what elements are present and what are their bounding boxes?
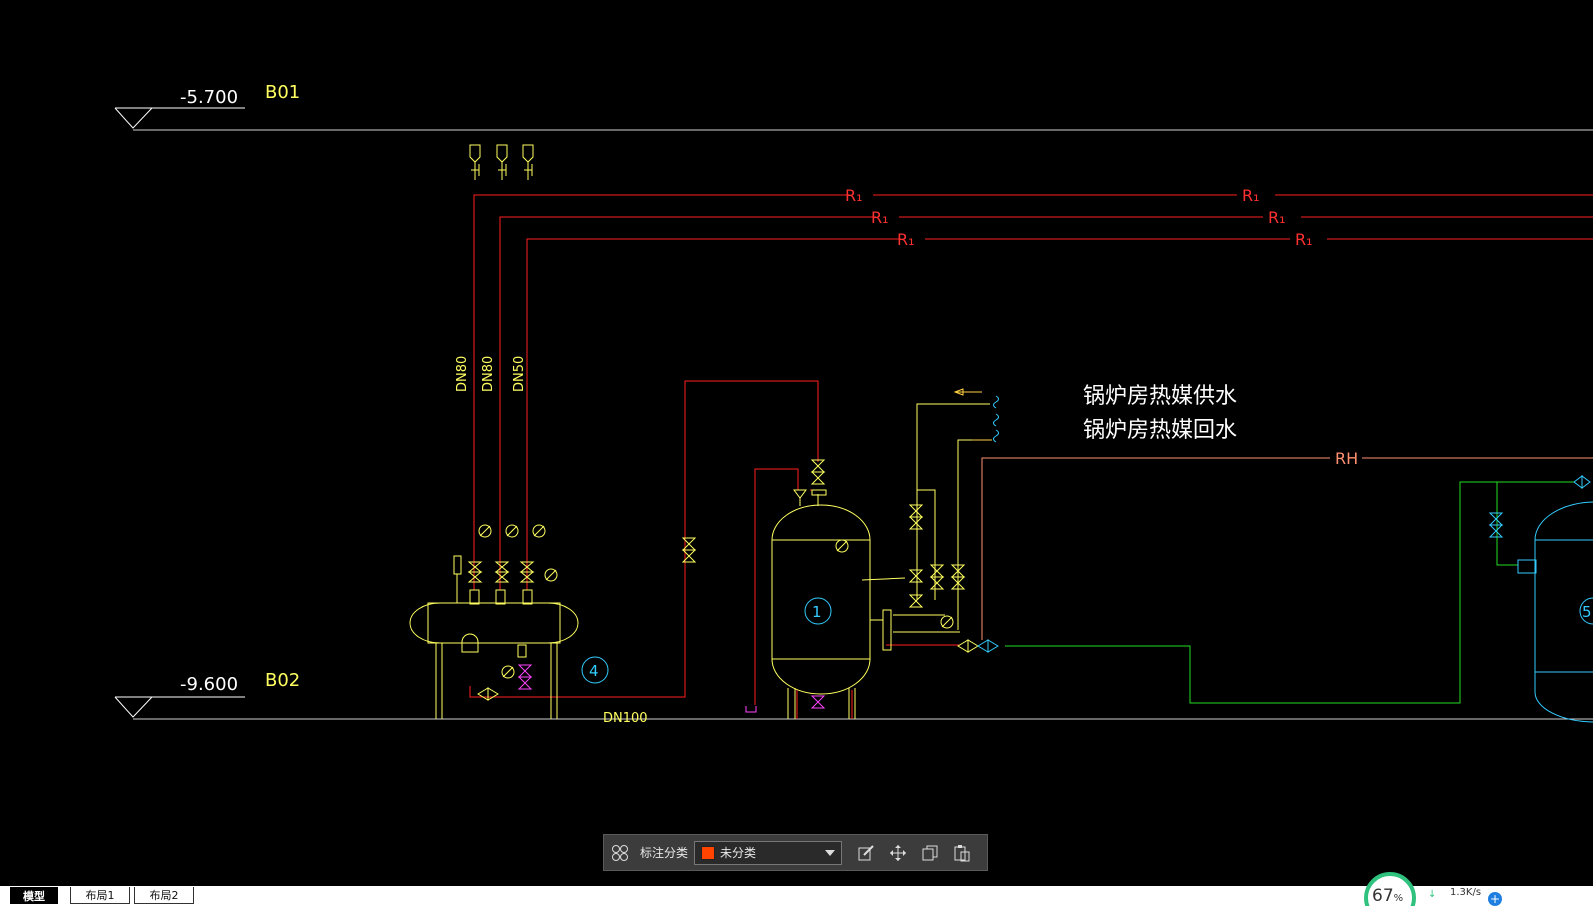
pipe-label: R₁ bbox=[1295, 230, 1313, 249]
pipe-label: R₁ bbox=[1268, 208, 1286, 227]
pipe-label: R₁ bbox=[845, 186, 863, 205]
selected-category: 未分类 bbox=[720, 846, 757, 860]
riser-size: DN80 bbox=[481, 356, 496, 392]
pipe-label: R₁ bbox=[1242, 186, 1260, 205]
note-return: 锅炉房热媒回水 bbox=[1083, 418, 1237, 443]
pressure-vessel-1 bbox=[771, 459, 906, 719]
rh-pipe bbox=[981, 457, 1593, 640]
category-label: 标注分类 bbox=[640, 846, 689, 860]
riser-size: DN50 bbox=[512, 356, 527, 392]
category-select[interactable]: 未分类 bbox=[694, 840, 843, 865]
air-vent-group bbox=[469, 144, 534, 180]
net-speed-widget: ↓ 1.3K/s + bbox=[1424, 886, 1506, 906]
usage-gauge[interactable]: 67% bbox=[1362, 870, 1422, 906]
down-arrow-icon: ↓ bbox=[1428, 889, 1437, 900]
plus-icon[interactable]: + bbox=[1488, 892, 1502, 906]
riser-size: DN80 bbox=[455, 356, 470, 392]
header-valves bbox=[467, 524, 558, 701]
category-color-swatch bbox=[701, 845, 716, 860]
usage-percent: 67 bbox=[1372, 886, 1394, 906]
level-marker-b01: -5.700 B01 bbox=[114, 82, 300, 129]
copy-icon[interactable] bbox=[917, 840, 943, 866]
pink-valve bbox=[517, 664, 533, 690]
net-speed: 1.3K/s bbox=[1450, 887, 1482, 898]
level-tag: B02 bbox=[265, 670, 300, 691]
rh-label: RH bbox=[1335, 449, 1358, 468]
pipe-label: R₁ bbox=[897, 230, 915, 249]
equipment-tag: 4 bbox=[589, 662, 599, 680]
layout-tabbar: 模型 布局1 布局2 bbox=[0, 886, 1593, 906]
supply-pipes bbox=[469, 194, 1593, 705]
tab-layout1[interactable]: 布局1 bbox=[70, 887, 130, 904]
level-tag: B01 bbox=[265, 82, 300, 103]
tab-layout2[interactable]: 布局2 bbox=[134, 887, 194, 904]
main-pipe-size: DN100 bbox=[603, 711, 648, 726]
level-marker-b02: -9.600 B02 bbox=[114, 670, 300, 718]
boiler-room-piping bbox=[893, 403, 990, 653]
grid-icon[interactable] bbox=[607, 840, 633, 866]
level-elevation: -5.700 bbox=[180, 87, 238, 108]
note-supply: 锅炉房热媒供水 bbox=[1083, 384, 1237, 409]
usage-percent-sign: % bbox=[1393, 893, 1404, 904]
paste-icon[interactable] bbox=[949, 840, 975, 866]
cad-drawing-canvas[interactable]: -5.700 B01 -9.600 B02 R₁ R₁ R₁ R₁ R₁ R₁ … bbox=[0, 0, 1593, 906]
move-icon[interactable] bbox=[885, 840, 911, 866]
equipment-tag: 1 bbox=[812, 603, 822, 621]
level-elevation: -9.600 bbox=[180, 674, 238, 695]
annotation-toolbar: 标注分类 未分类 bbox=[603, 834, 988, 871]
chevron-down-icon bbox=[825, 849, 836, 856]
green-pipe bbox=[1005, 481, 1575, 704]
equipment-tag: 5 bbox=[1582, 603, 1592, 621]
tab-model[interactable]: 模型 bbox=[10, 887, 58, 904]
pipe-label: R₁ bbox=[871, 208, 889, 227]
edit-icon[interactable] bbox=[853, 840, 879, 866]
